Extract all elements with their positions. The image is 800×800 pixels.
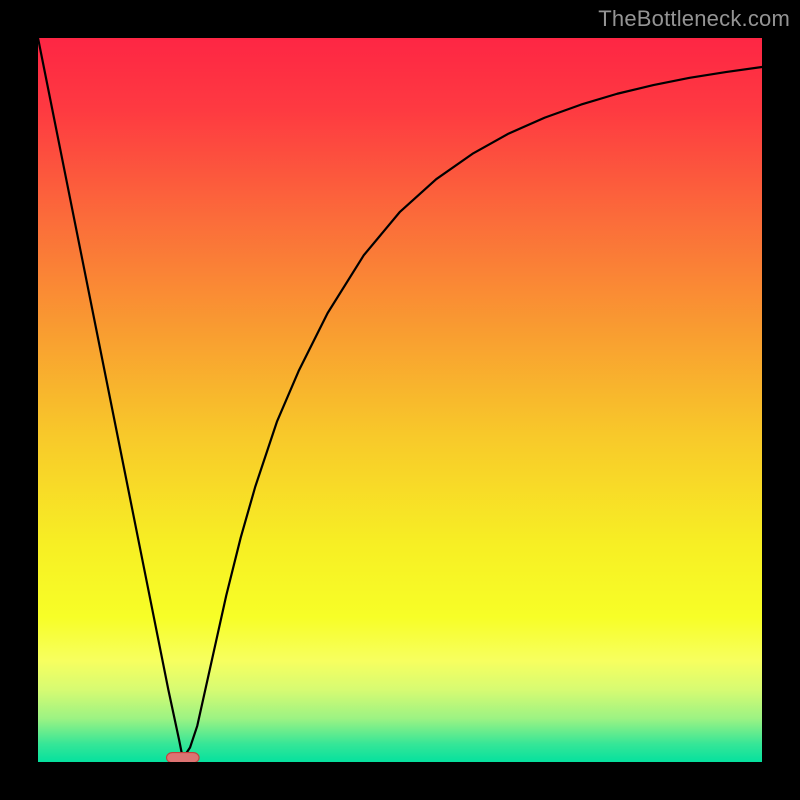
chart-frame: TheBottleneck.com xyxy=(0,0,800,800)
watermark-text: TheBottleneck.com xyxy=(598,6,790,32)
bottleneck-chart xyxy=(38,38,762,762)
gradient-background xyxy=(38,38,762,762)
optimal-marker xyxy=(167,753,200,762)
